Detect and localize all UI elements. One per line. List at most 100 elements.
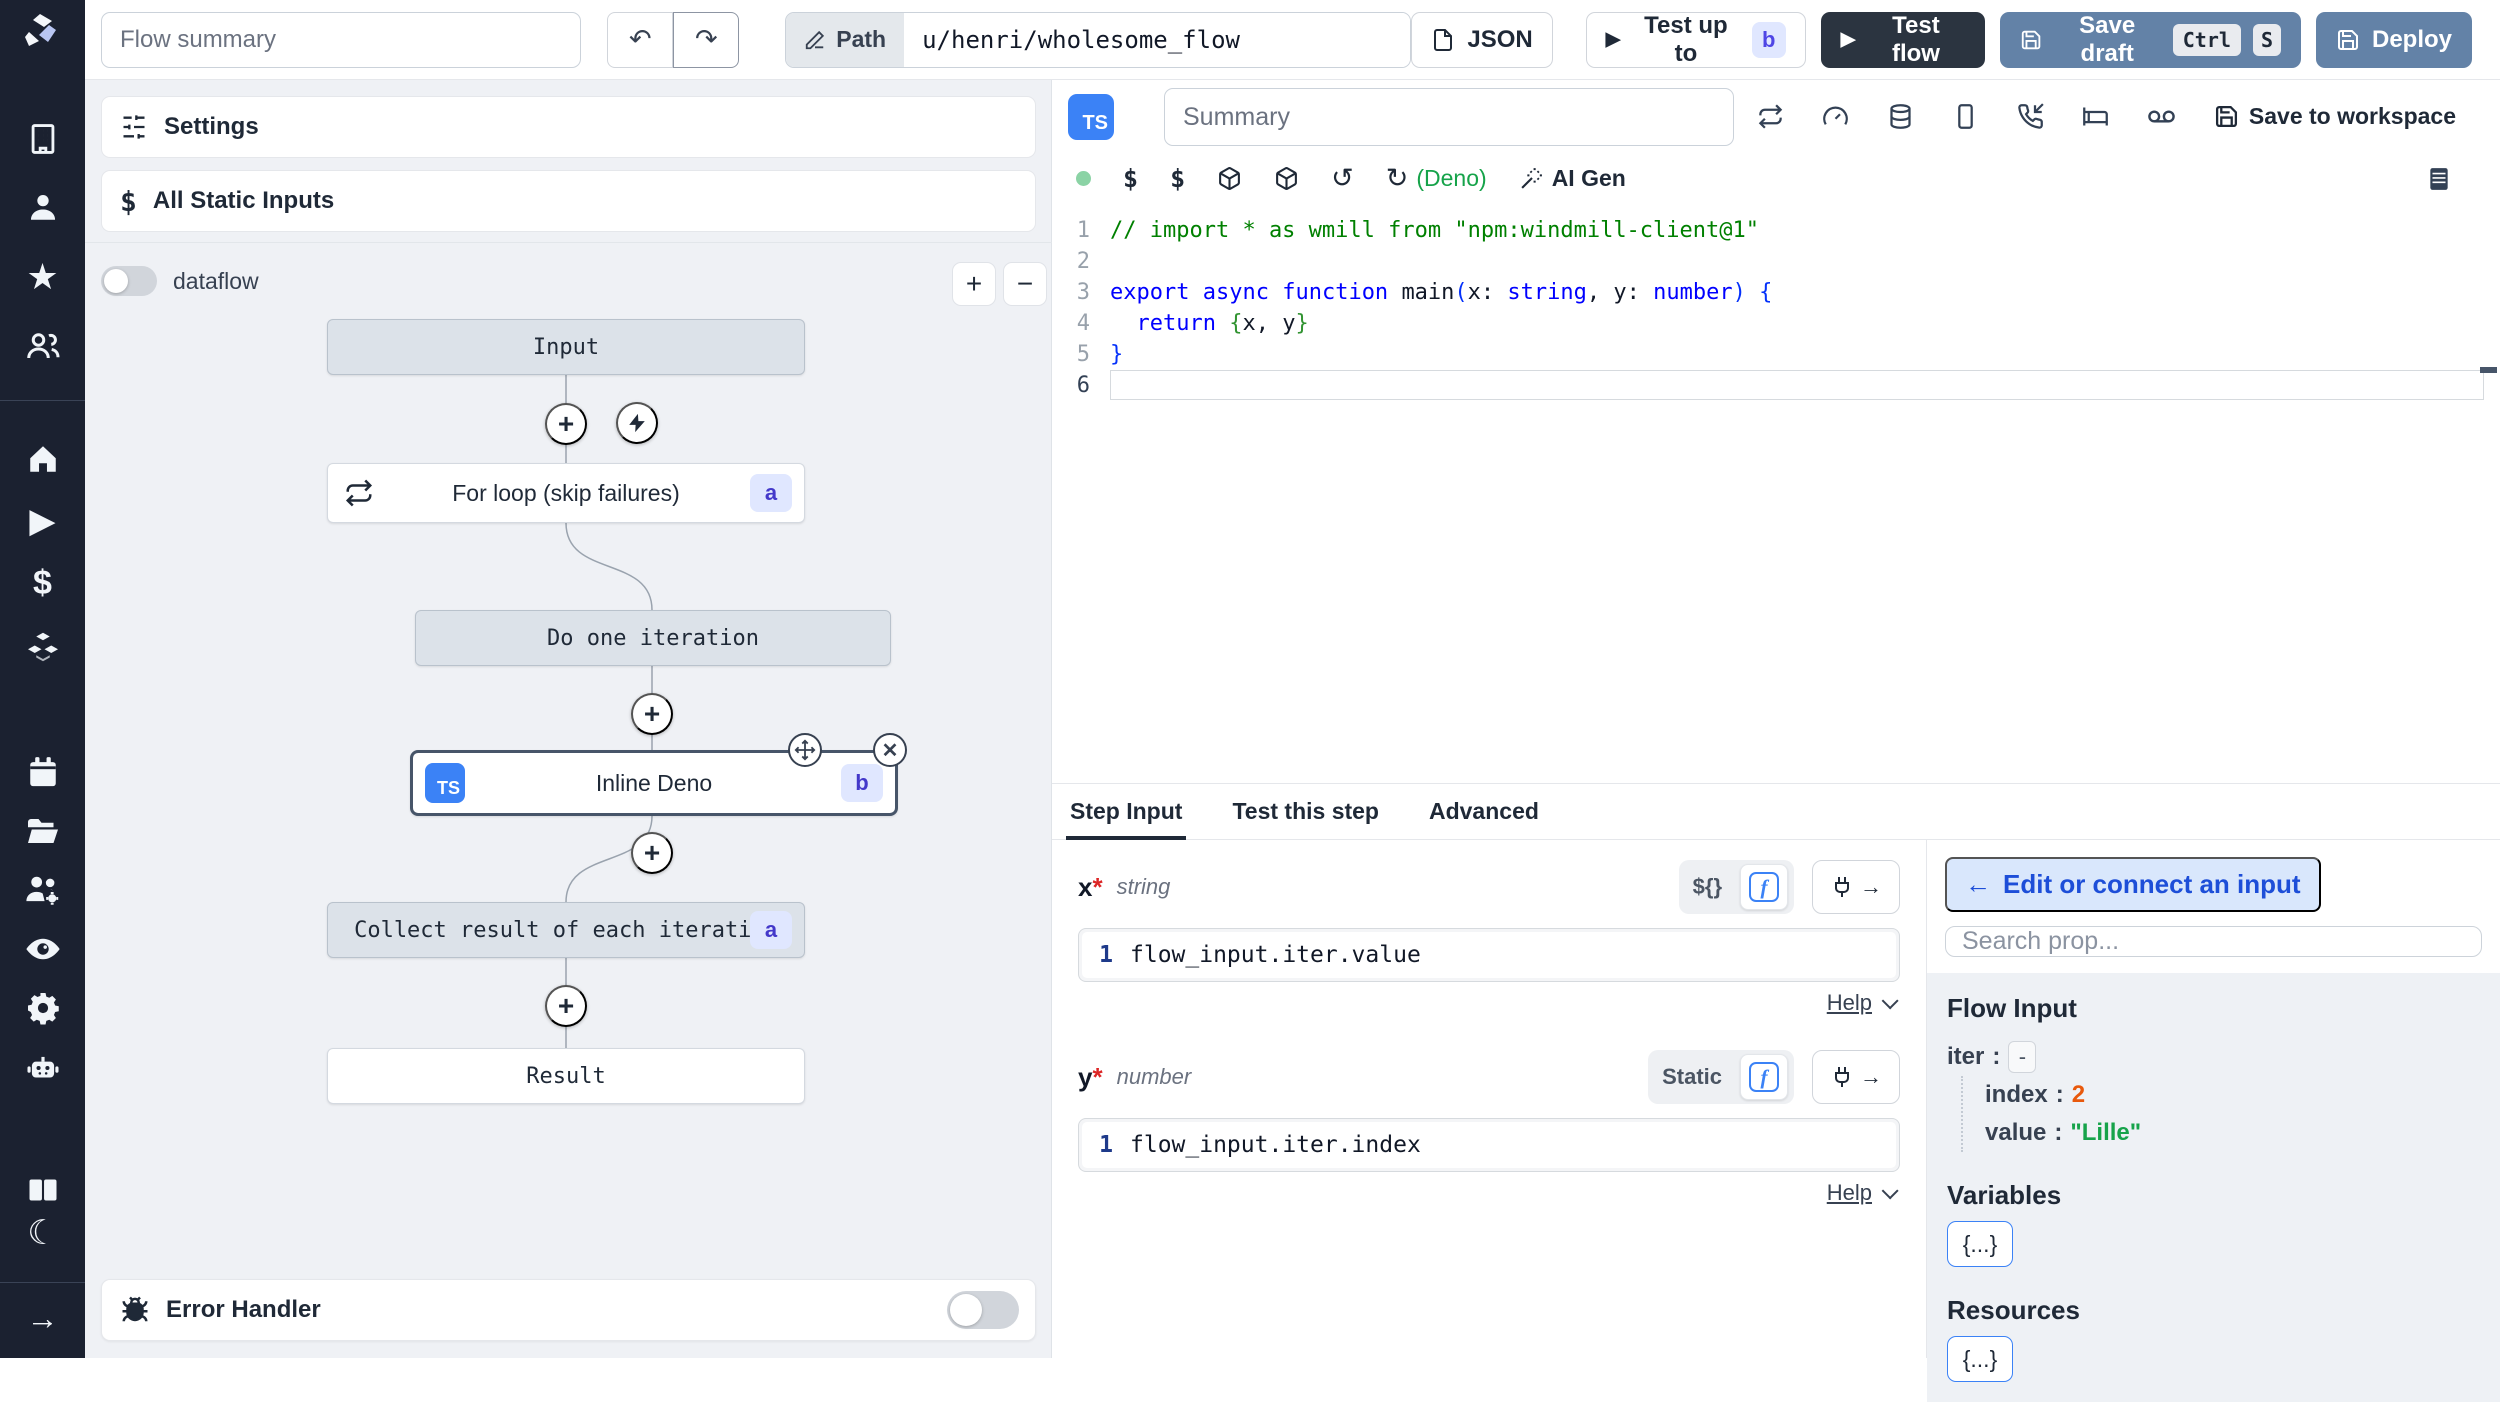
audit-eye-icon[interactable] <box>0 929 85 969</box>
help-link[interactable]: Help <box>1827 1180 1872 1206</box>
tree-value-value[interactable]: "Lille" <box>2070 1119 2141 1147</box>
json-button[interactable]: JSON <box>1411 11 1553 68</box>
variables-expand-button[interactable]: {...} <box>1947 1221 2013 1267</box>
node-do-one-iteration[interactable]: Do one iteration <box>415 610 891 666</box>
search-prop-input[interactable] <box>1945 926 2482 957</box>
workspace-icon[interactable] <box>0 119 85 159</box>
windmill-logo-icon[interactable] <box>0 12 85 52</box>
workers-users-gear-icon[interactable] <box>0 870 85 910</box>
path-edit-button[interactable]: Path <box>786 12 905 67</box>
settings-gear-icon[interactable] <box>0 988 85 1028</box>
path-input[interactable] <box>904 12 1411 67</box>
node-result[interactable]: Result <box>327 1048 805 1104</box>
input-mode-toggle[interactable]: ${} f <box>1678 860 1794 914</box>
chevron-down-icon[interactable] <box>1881 1182 1899 1200</box>
code-line[interactable]: 3 export async function main(x: string, y… <box>1052 277 2500 308</box>
expression-editor[interactable]: 1 flow_input.iter.value <box>1078 928 1900 982</box>
runs-play-icon[interactable]: ▶ <box>0 501 85 541</box>
dataflow-toggle[interactable] <box>101 266 157 296</box>
delete-node-icon[interactable]: ✕ <box>873 733 907 767</box>
resources-expand-button[interactable]: {...} <box>1947 1336 2013 1382</box>
add-trigger-button[interactable] <box>616 402 658 444</box>
deploy-button[interactable]: Deploy <box>2315 11 2472 68</box>
javascript-mode-chip[interactable]: f <box>1740 1054 1788 1100</box>
mock-voicemail-icon[interactable] <box>2147 102 2176 131</box>
code-line[interactable]: 1// import * as wmill from "npm:windmill… <box>1052 215 2500 246</box>
reset-undo-icon[interactable]: ↺ <box>1331 163 1354 194</box>
insert-step-button[interactable]: + <box>631 693 673 735</box>
node-inline-deno-selected[interactable]: TS Inline Deno b ✕ <box>410 733 907 816</box>
package-box-icon[interactable] <box>1217 166 1242 191</box>
retry-repeat-icon[interactable] <box>1757 103 1784 130</box>
user-icon[interactable] <box>0 187 85 227</box>
code-line[interactable]: 2 <box>1052 246 2500 277</box>
connect-input-plug-button[interactable]: → <box>1812 860 1900 914</box>
favorites-star-icon[interactable]: ★ <box>0 257 85 297</box>
save-to-workspace-button[interactable]: Save to workspace <box>2214 103 2456 130</box>
ai-gen-button[interactable]: AI Gen <box>1519 165 1626 192</box>
tab-step-input[interactable]: Step Input <box>1065 784 1187 840</box>
node-collect-result[interactable]: Collect result of each iteration a <box>327 902 805 958</box>
code-line[interactable]: 5} <box>1052 339 2500 370</box>
insert-step-button[interactable]: + <box>545 403 587 445</box>
node-forloop[interactable]: For loop (skip failures) a <box>327 463 805 523</box>
sleep-bed-icon[interactable] <box>2082 103 2109 130</box>
zoom-out-button[interactable]: − <box>1003 262 1047 306</box>
dark-mode-moon-icon[interactable]: ☾ <box>0 1213 85 1253</box>
schedules-calendar-icon[interactable] <box>0 752 85 792</box>
javascript-mode-chip[interactable]: f <box>1740 864 1788 910</box>
expand-sidebar-arrow-icon[interactable]: → <box>0 1298 85 1338</box>
tree-key-iter[interactable]: iter <box>1947 1043 1984 1071</box>
code-editor[interactable]: 1// import * as wmill from "npm:windmill… <box>1052 205 2500 783</box>
tab-advanced[interactable]: Advanced <box>1429 784 1539 839</box>
home-icon[interactable] <box>0 439 85 479</box>
zoom-in-button[interactable]: + <box>952 262 996 306</box>
ai-robot-icon[interactable] <box>0 1048 85 1088</box>
chevron-down-icon[interactable] <box>1881 992 1899 1010</box>
move-node-icon[interactable] <box>788 733 822 767</box>
folders-icon[interactable] <box>0 811 85 851</box>
expression-editor[interactable]: 1 flow_input.iter.index <box>1078 1118 1900 1172</box>
save-draft-button[interactable]: Save draft Ctrl S <box>1999 11 2301 68</box>
timeout-mobile-icon[interactable] <box>1952 103 1979 130</box>
concurrency-gauge-icon[interactable] <box>1822 103 1849 130</box>
tree-key-index[interactable]: index <box>1985 1081 2048 1109</box>
tab-test-this-step[interactable]: Test this step <box>1232 784 1379 839</box>
redo-button[interactable]: ↷ <box>673 11 740 68</box>
test-flow-button[interactable]: ▶ Test flow <box>1820 11 1985 68</box>
collapse-toggle[interactable]: - <box>2008 1041 2037 1073</box>
undo-button[interactable]: ↶ <box>607 11 674 68</box>
mode-left-label[interactable]: Static <box>1652 1064 1732 1090</box>
input-mode-toggle[interactable]: Static f <box>1648 1050 1794 1104</box>
code-line[interactable]: 6 <box>1052 370 2500 401</box>
all-static-inputs-button[interactable]: $ All Static Inputs <box>101 170 1036 232</box>
variables-dollar-icon[interactable]: $ <box>0 563 85 603</box>
node-label: Result <box>526 1063 606 1089</box>
connect-input-plug-button[interactable]: → <box>1812 1050 1900 1104</box>
tree-value-index[interactable]: 2 <box>2072 1081 2085 1109</box>
tree-key-value[interactable]: value <box>1985 1119 2046 1147</box>
insert-step-button[interactable]: + <box>545 985 587 1027</box>
error-handler-card[interactable]: Error Handler <box>101 1279 1036 1341</box>
step-summary-input[interactable] <box>1164 88 1734 146</box>
resources-cubes-icon[interactable] <box>0 627 85 667</box>
suspend-phone-icon[interactable] <box>2017 102 2044 130</box>
cache-database-icon[interactable] <box>1887 103 1914 130</box>
insert-step-button[interactable]: + <box>631 832 673 874</box>
mode-left-label[interactable]: ${} <box>1683 874 1732 900</box>
docs-book-icon[interactable] <box>0 1170 85 1210</box>
node-input[interactable]: Input <box>327 319 805 375</box>
insert-resource-button[interactable]: $ <box>1170 164 1185 193</box>
package-box-icon[interactable] <box>1274 166 1299 191</box>
test-up-to-button[interactable]: ▶ Test up to b <box>1585 11 1806 68</box>
script-library-icon[interactable] <box>2426 166 2452 192</box>
insert-variable-button[interactable]: $ <box>1123 164 1138 193</box>
groups-icon[interactable] <box>0 326 85 366</box>
edit-or-connect-button[interactable]: ← Edit or connect an input <box>1945 857 2321 912</box>
reload-icon[interactable]: ↻ (Deno) <box>1386 163 1487 194</box>
code-line[interactable]: 4 return {x, y} <box>1052 308 2500 339</box>
error-handler-toggle[interactable] <box>947 1291 1019 1329</box>
flow-settings-button[interactable]: Settings <box>101 96 1036 158</box>
help-link[interactable]: Help <box>1827 990 1872 1016</box>
flow-summary-input[interactable] <box>101 11 582 68</box>
